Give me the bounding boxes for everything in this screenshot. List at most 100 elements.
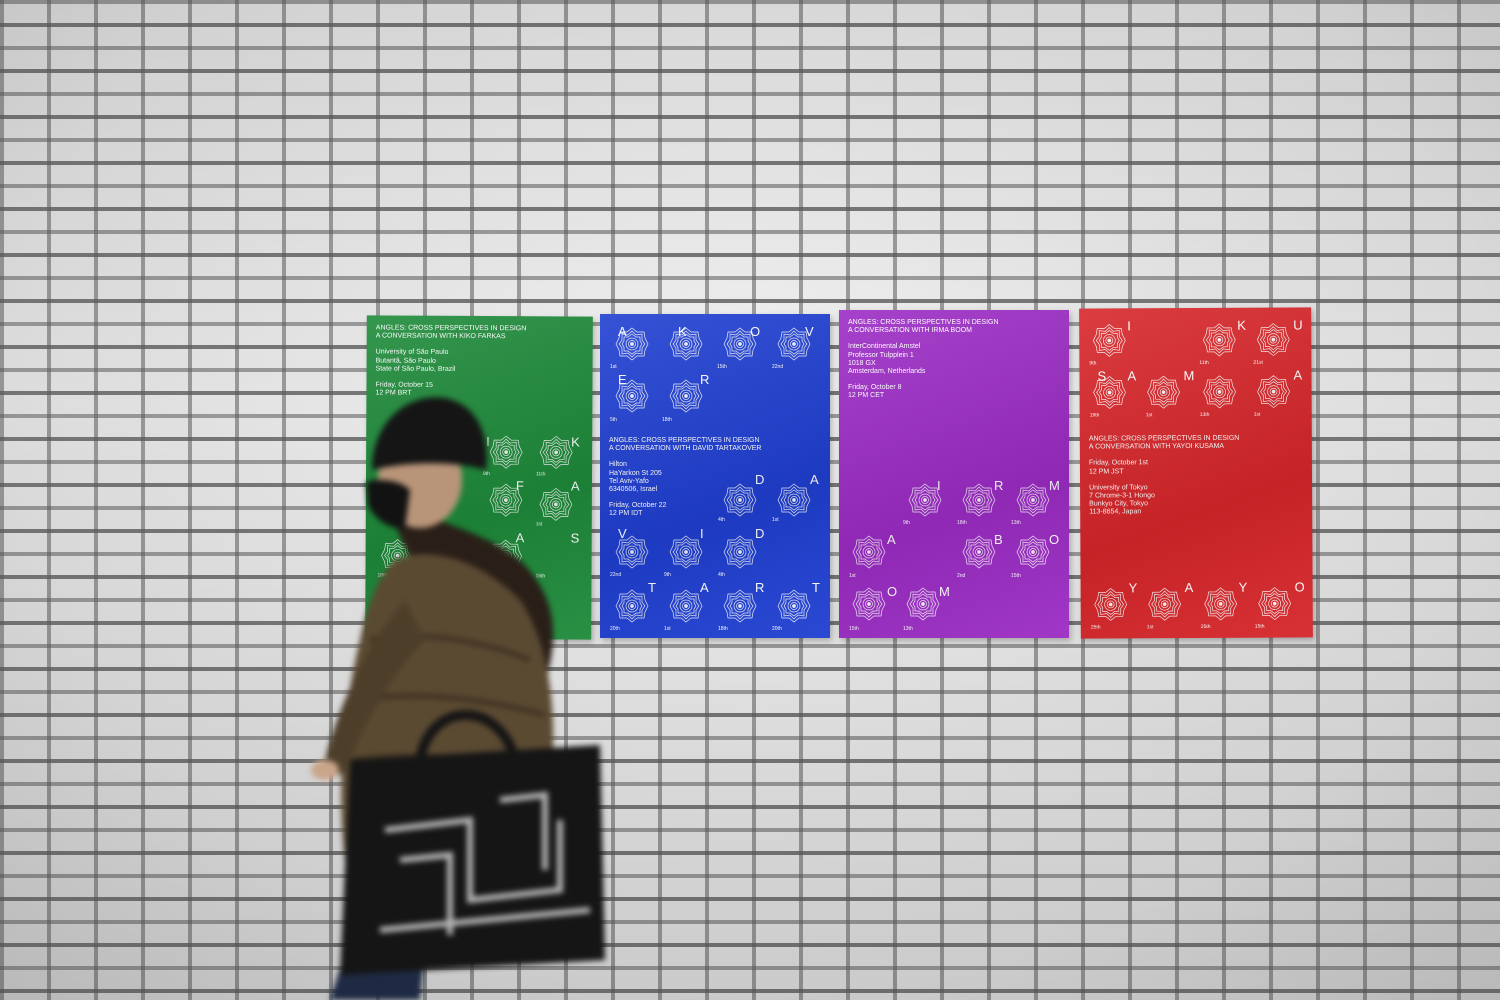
flower-mark	[487, 538, 523, 574]
flower-mark	[1255, 321, 1291, 357]
poster-day: 1st	[610, 364, 617, 370]
poster-letter: O	[887, 584, 898, 599]
poster-subtitle: A CONVERSATION WITH KIKO FARKAS	[375, 332, 506, 341]
poster-line: 1018 GX	[848, 359, 876, 367]
poster-day: 11th	[536, 471, 546, 478]
poster-letter: Y	[1238, 579, 1248, 595]
poster-line: State of São Paulo, Brazil	[375, 365, 456, 373]
poster-title: ANGLES: CROSS PERSPECTIVES IN DESIGN	[609, 437, 760, 444]
poster-red: I K U S A M A ANGLES: CROSS PERSPECTIVES…	[1079, 307, 1313, 639]
flower-mark	[905, 586, 941, 622]
poster-letter: M	[1183, 368, 1195, 384]
poster-day: 25th	[1090, 624, 1101, 631]
poster-line: Professor Tulpplein 1	[848, 351, 914, 359]
flower-mark	[851, 586, 887, 622]
poster-line: HaYarkon St 205	[609, 469, 662, 477]
poster-day: 13th	[1199, 411, 1210, 418]
poster-purple-text: ANGLES: CROSS PERSPECTIVES IN DESIGN A C…	[848, 319, 999, 401]
flower-mark	[961, 482, 997, 518]
poster-day: 1st	[1145, 412, 1153, 419]
flower-mark	[776, 482, 812, 518]
flower-mark	[1257, 585, 1293, 621]
poster-subtitle: A CONVERSATION WITH DAVID TARTAKOVER	[609, 445, 762, 453]
poster-day: 20th	[610, 626, 620, 632]
poster-day: 20th	[772, 626, 782, 632]
flower-mark	[722, 326, 758, 362]
flower-mark	[668, 588, 704, 624]
poster-day: 1st	[1146, 624, 1154, 631]
poster-day: 13th	[903, 626, 913, 632]
poster-letter: A	[1184, 580, 1194, 596]
flower-mark	[1203, 586, 1239, 622]
poster-day: 4th	[718, 572, 725, 578]
flower-mark	[1147, 586, 1183, 622]
flower-mark	[614, 378, 650, 414]
poster-line: 113-8654, Japan	[1089, 508, 1142, 516]
poster-day: 1st	[664, 626, 671, 632]
flower-mark	[379, 537, 415, 573]
poster-day: 2nd	[957, 573, 966, 579]
poster-letter: A	[1293, 367, 1303, 383]
poster-letter: T	[812, 580, 820, 595]
poster-line: InterContinental Amstel	[848, 343, 921, 351]
flower-mark	[538, 434, 574, 470]
flower-mark	[668, 326, 704, 362]
poster-letter: O	[1294, 579, 1305, 595]
poster-day: 13th	[1011, 520, 1021, 526]
poster-letter: Y	[1128, 580, 1138, 596]
flower-mark	[1093, 586, 1129, 622]
poster-day: 22nd	[772, 364, 784, 370]
poster-subtitle: A CONVERSATION WITH YAYOI KUSAMA	[1088, 443, 1225, 451]
flower-mark	[851, 534, 887, 570]
poster-date: Friday, October 8	[848, 384, 902, 392]
flower-mark	[1015, 482, 1051, 518]
flower-mark	[668, 534, 704, 570]
poster-purple: ANGLES: CROSS PERSPECTIVES IN DESIGN A C…	[839, 310, 1069, 638]
poster-letter: A	[1127, 368, 1137, 384]
flower-mark	[1201, 322, 1237, 358]
poster-day: 9th	[903, 520, 910, 526]
poster-subtitle: A CONVERSATION WITH IRMA BOOM	[848, 327, 972, 335]
poster-green-text: ANGLES: CROSS PERSPECTIVES IN DESIGN A C…	[375, 324, 526, 398]
poster-day: 15th	[717, 364, 727, 370]
flower-mark	[776, 326, 812, 362]
poster-day: 9th	[483, 471, 490, 478]
poster-day: 25th	[1200, 623, 1211, 630]
flower-mark	[668, 378, 704, 414]
poster-letter: S	[570, 530, 580, 546]
flower-mark	[614, 588, 650, 624]
poster-line: Hilton	[609, 461, 627, 469]
poster-day: 18th	[662, 417, 672, 423]
flower-mark	[538, 486, 574, 522]
poster-letter: I	[1127, 318, 1131, 334]
poster-letter: A	[887, 532, 896, 547]
poster-letter: U	[1293, 317, 1303, 333]
poster-time: 12 PM CET	[848, 392, 885, 400]
poster-blue: A K O V E R ANGLES: CROSS PERSPECTIVES I…	[600, 314, 830, 638]
flower-mark	[961, 534, 997, 570]
flower-mark	[488, 482, 524, 518]
poster-line	[848, 335, 999, 343]
poster-line	[848, 376, 999, 384]
flower-mark	[1201, 374, 1237, 410]
poster-day: 11th	[1199, 359, 1209, 366]
poster-title: ANGLES: CROSS PERSPECTIVES IN DESIGN	[848, 319, 999, 326]
poster-letter: K	[1237, 317, 1246, 333]
flower-mark	[907, 482, 943, 518]
flower-mark	[1255, 373, 1291, 409]
poster-day: 22nd	[610, 572, 622, 578]
poster-red-text: ANGLES: CROSS PERSPECTIVES IN DESIGN A C…	[1089, 435, 1240, 517]
flower-mark	[614, 534, 650, 570]
poster-day: 9th	[1089, 360, 1097, 367]
poster-day: 18th	[718, 626, 728, 632]
poster-day: 15th	[535, 573, 546, 580]
poster-day: 15th	[1254, 623, 1265, 630]
poster-day: 15th	[1011, 573, 1021, 579]
poster-time: 12 PM BRT	[375, 389, 412, 397]
flower-mark	[1091, 374, 1127, 410]
poster-day: 21st	[1253, 359, 1263, 366]
poster-line	[609, 453, 761, 461]
poster-day: 9th	[664, 572, 671, 578]
poster-day: 18th	[957, 520, 967, 526]
flower-mark	[1145, 374, 1181, 410]
